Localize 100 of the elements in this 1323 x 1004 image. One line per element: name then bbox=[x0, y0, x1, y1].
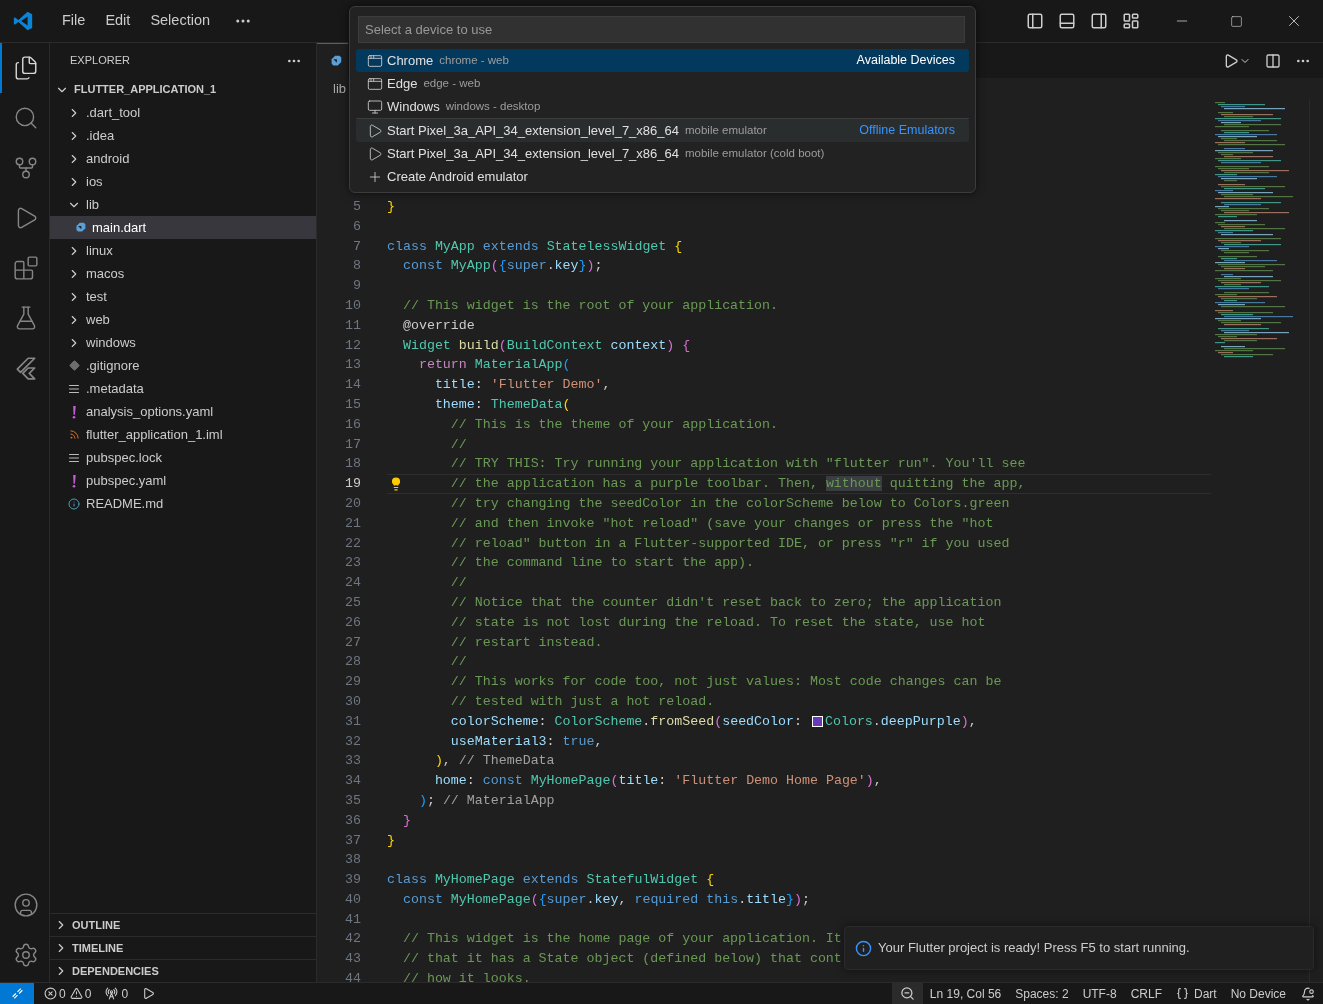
code-text: class MyHomePage extends StatefulWidget { bbox=[387, 871, 715, 890]
line-number: 44 bbox=[344, 970, 361, 982]
tree-item[interactable]: .dart_tool bbox=[50, 101, 316, 124]
line-number: 21 bbox=[344, 514, 361, 533]
device-option[interactable]: Create Android emulator bbox=[356, 165, 969, 188]
device-option[interactable]: Start Pixel_3a_API_34_extension_level_7_x86_64 mobile emulator Offline Emulators bbox=[356, 119, 969, 142]
code-text: // that it has a State object (defined below) that cont bbox=[401, 950, 842, 969]
tree-item[interactable]: ios bbox=[50, 170, 316, 193]
tree-item[interactable]: lib bbox=[50, 193, 316, 216]
device-option[interactable]: Edge edge - web bbox=[356, 72, 969, 95]
menu-item[interactable]: File bbox=[52, 10, 96, 32]
line-number: 14 bbox=[344, 376, 361, 395]
breadcrumb-item[interactable]: lib bbox=[333, 79, 346, 99]
panel-bottom-icon[interactable] bbox=[1058, 12, 1076, 30]
split-editor-icon[interactable] bbox=[1265, 52, 1281, 69]
status-item[interactable]: No Device bbox=[1223, 984, 1293, 1003]
remote-icon bbox=[10, 987, 24, 1000]
menu-item[interactable]: Edit bbox=[95, 10, 141, 32]
language-button[interactable]: Dart bbox=[1168, 984, 1224, 1003]
tree-item[interactable]: macos bbox=[50, 262, 316, 285]
code-text: // TRY THIS: Try running your application with "flutter run". You'll see bbox=[449, 455, 1026, 474]
section-header[interactable]: OUTLINE bbox=[50, 913, 316, 936]
notification-message: Your Flutter project is ready! Press F5 to start running. bbox=[878, 939, 1190, 958]
errors-button[interactable]: 0 bbox=[44, 984, 66, 1003]
settings-icon[interactable] bbox=[13, 942, 39, 968]
color-swatch[interactable] bbox=[811, 716, 823, 728]
line-number: 34 bbox=[344, 772, 361, 791]
account-icon[interactable] bbox=[13, 892, 39, 918]
code-text: // bbox=[449, 435, 467, 454]
code-text: // bbox=[449, 653, 467, 672]
status-item[interactable]: Spaces: 2 bbox=[1008, 984, 1076, 1003]
line-number: 30 bbox=[344, 692, 361, 711]
tree-item[interactable]: .idea bbox=[50, 124, 316, 147]
line-number: 33 bbox=[344, 752, 361, 771]
tree-item[interactable]: test bbox=[50, 285, 316, 308]
tree-item[interactable]: README.md bbox=[50, 492, 316, 515]
tree-item[interactable]: web bbox=[50, 308, 316, 331]
section-header[interactable]: TIMELINE bbox=[50, 936, 316, 959]
device-option[interactable]: Chrome chrome - web Available Devices bbox=[356, 49, 969, 72]
play-icon bbox=[367, 145, 383, 162]
line-number: 37 bbox=[344, 831, 361, 850]
line-number: 6 bbox=[352, 217, 361, 236]
search-field[interactable]: Select a device to use bbox=[358, 16, 965, 43]
code-text: // This widget is the root of your application. bbox=[401, 297, 778, 315]
tree-item[interactable]: android bbox=[50, 147, 316, 170]
panel-left-icon[interactable] bbox=[1026, 12, 1044, 30]
code-text: } bbox=[387, 831, 395, 850]
tree-item[interactable]: .gitignore bbox=[50, 354, 316, 377]
menu-item[interactable]: Selection bbox=[140, 10, 221, 32]
ports-button[interactable]: 0 bbox=[105, 984, 129, 1003]
blocks-icon[interactable] bbox=[13, 255, 39, 281]
code-text: // This works for code too, not just values: Most code changes can be bbox=[449, 673, 1002, 692]
search-icon[interactable] bbox=[13, 105, 39, 131]
device-option[interactable]: Start Pixel_3a_API_34_extension_level_7_x86_64 mobile emulator (cold boot) bbox=[356, 142, 969, 165]
line-number: 13 bbox=[344, 356, 361, 375]
code-text: // tested with just a hot reload. bbox=[449, 692, 715, 711]
line-number: 9 bbox=[352, 277, 361, 296]
option-label: Start Pixel_3a_API_34_extension_level_7_x86_64 bbox=[387, 121, 679, 140]
remote-button[interactable] bbox=[0, 983, 34, 1004]
tree-item[interactable]: windows bbox=[50, 331, 316, 354]
panel-right-icon[interactable] bbox=[1090, 12, 1108, 30]
warnings-button[interactable]: 0 bbox=[69, 984, 92, 1003]
line-number: 32 bbox=[344, 732, 361, 751]
code-text: // try changing the seedColor in the colorScheme below to Colors.green bbox=[449, 494, 1010, 513]
line-number: 41 bbox=[344, 910, 361, 929]
line-number: 29 bbox=[344, 673, 361, 692]
tree-item[interactable]: flutter_application_1.iml bbox=[50, 423, 316, 446]
tree-item[interactable]: FLUTTER_APPLICATION_1 bbox=[50, 78, 316, 101]
option-description: mobile emulator (cold boot) bbox=[685, 145, 825, 161]
device-option[interactable]: Windows windows - desktop bbox=[356, 95, 969, 118]
window-icon bbox=[367, 75, 383, 92]
maximize-icon[interactable] bbox=[1230, 14, 1243, 28]
tree-item[interactable]: pubspec.yaml bbox=[50, 469, 316, 492]
bell-icon[interactable] bbox=[1301, 986, 1315, 1001]
code-text: colorScheme: ColorScheme.fromSeed(seedColor: bbox=[449, 712, 803, 731]
zoom-button[interactable] bbox=[891, 983, 923, 1004]
layout-icon[interactable] bbox=[1122, 12, 1140, 30]
tree-item[interactable]: analysis_options.yaml bbox=[50, 400, 316, 423]
tree-item[interactable]: pubspec.lock bbox=[50, 446, 316, 469]
tree-item[interactable]: linux bbox=[50, 239, 316, 262]
status-item[interactable]: CRLF bbox=[1123, 984, 1169, 1003]
lightbulb-icon[interactable] bbox=[389, 477, 403, 492]
tree-item[interactable]: .metadata bbox=[50, 377, 316, 400]
group-label: Available Devices bbox=[856, 52, 955, 70]
option-label: Chrome bbox=[387, 51, 434, 70]
line-number: 24 bbox=[344, 574, 361, 593]
play-icon bbox=[367, 122, 383, 139]
monitor-icon bbox=[367, 98, 383, 115]
status-item[interactable]: Ln 19, Col 56 bbox=[922, 984, 1009, 1003]
code-text: return MaterialApp( bbox=[417, 356, 571, 375]
editor-tab[interactable] bbox=[317, 43, 348, 78]
option-description: mobile emulator bbox=[685, 122, 767, 138]
source-control-icon[interactable] bbox=[13, 155, 39, 181]
code-text: class MyApp extends StatelessWidget { bbox=[387, 237, 683, 256]
files-icon[interactable] bbox=[13, 55, 39, 81]
status-item[interactable]: UTF-8 bbox=[1075, 984, 1124, 1003]
tree-item[interactable]: main.dart bbox=[50, 216, 316, 239]
play-icon[interactable] bbox=[142, 987, 156, 1000]
play-icon[interactable] bbox=[1223, 52, 1239, 69]
code-text: // restart instead. bbox=[449, 633, 603, 652]
